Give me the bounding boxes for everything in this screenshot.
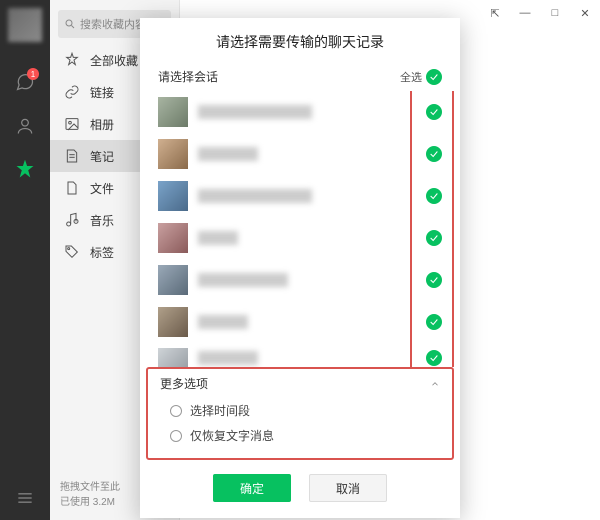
more-options-panel: 更多选项 选择时间段 仅恢复文字消息 (146, 367, 454, 460)
conversation-list (140, 91, 460, 367)
nav-rail: 1 (0, 0, 50, 520)
window-minimize-button[interactable]: — (510, 0, 540, 26)
dialog-title: 请选择需要传输的聊天记录 (140, 18, 460, 62)
sidebar-item-label: 全部收藏 (90, 52, 138, 69)
star-icon (64, 52, 80, 68)
user-avatar[interactable] (8, 8, 42, 42)
search-placeholder: 搜索收藏内容 (80, 16, 146, 32)
rail-menu-icon[interactable] (13, 486, 37, 510)
window-pin-button[interactable]: ⇱ (480, 0, 510, 26)
conversation-name (198, 351, 258, 365)
conversation-name (198, 273, 288, 287)
conversation-name (198, 315, 248, 329)
conversation-avatar (158, 223, 188, 253)
annotation-select-column (410, 91, 454, 367)
sidebar-item-label: 链接 (90, 84, 114, 101)
rail-favorites-icon[interactable] (13, 158, 37, 182)
rail-contacts-icon[interactable] (13, 114, 37, 138)
option-label: 仅恢复文字消息 (190, 427, 274, 444)
more-options-header[interactable]: 更多选项 (160, 375, 440, 398)
conversation-name (198, 189, 312, 203)
check-icon (429, 72, 439, 82)
conversation-avatar (158, 139, 188, 169)
sidebar-item-label: 笔记 (90, 148, 114, 165)
option-text-only[interactable]: 仅恢复文字消息 (160, 423, 440, 448)
confirm-button[interactable]: 确定 (213, 474, 291, 502)
select-all-label: 全选 (400, 69, 422, 85)
window-maximize-button[interactable]: □ (540, 0, 570, 26)
sidebar-item-label: 文件 (90, 180, 114, 197)
sidebar-item-label: 相册 (90, 116, 114, 133)
window-close-button[interactable]: ✕ (570, 0, 600, 26)
radio-icon (170, 405, 182, 417)
conversation-avatar (158, 307, 188, 337)
conversation-avatar (158, 181, 188, 211)
dialog-actions: 确定 取消 (140, 460, 460, 518)
note-icon (64, 148, 80, 164)
option-label: 选择时间段 (190, 402, 250, 419)
conversation-avatar (158, 348, 188, 367)
conversation-name (198, 231, 238, 245)
sidebar-item-label: 标签 (90, 244, 114, 261)
select-label: 请选择会话 (158, 68, 218, 85)
rail-chat-icon[interactable]: 1 (13, 70, 37, 94)
transfer-dialog: 请选择需要传输的聊天记录 请选择会话 全选 (140, 18, 460, 518)
more-options-label: 更多选项 (160, 375, 208, 392)
tag-icon (64, 244, 80, 260)
radio-icon (170, 430, 182, 442)
option-time-range[interactable]: 选择时间段 (160, 398, 440, 423)
sidebar-item-label: 音乐 (90, 212, 114, 229)
conversation-name (198, 105, 312, 119)
window-controls: ⇱ — □ ✕ (480, 0, 600, 26)
search-icon (64, 18, 76, 30)
conversation-avatar (158, 97, 188, 127)
unread-badge: 1 (27, 68, 39, 80)
image-icon (64, 116, 80, 132)
music-icon (64, 212, 80, 228)
conversation-name (198, 147, 258, 161)
cancel-button[interactable]: 取消 (309, 474, 387, 502)
select-header: 请选择会话 全选 (140, 62, 460, 91)
link-icon (64, 84, 80, 100)
conversation-avatar (158, 265, 188, 295)
select-all-checkbox[interactable] (426, 69, 442, 85)
chevron-up-icon (430, 379, 440, 389)
file-icon (64, 180, 80, 196)
